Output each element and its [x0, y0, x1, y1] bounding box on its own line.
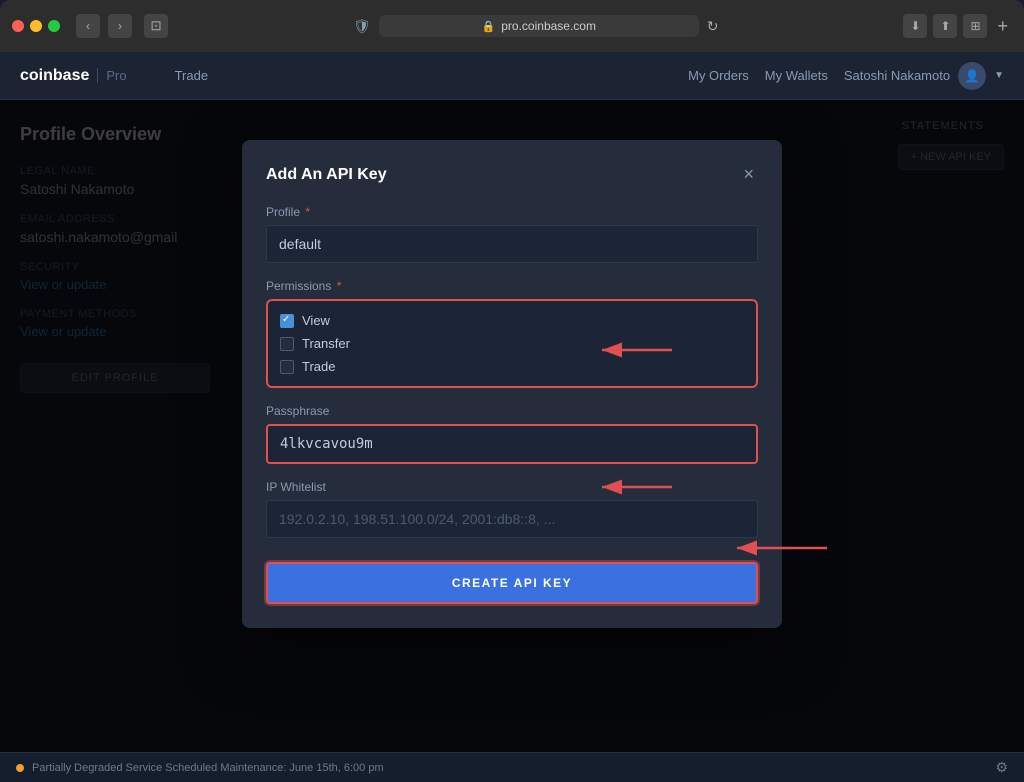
- modal-overlay: Add An API Key × Profile * Permissions *: [0, 100, 1024, 752]
- permissions-box: View Transfer Trade: [266, 299, 758, 388]
- profile-label: Profile *: [266, 205, 758, 219]
- brand-logo: coinbase Pro: [20, 67, 127, 85]
- shield-icon: 🛡: [353, 18, 371, 35]
- ip-whitelist-input[interactable]: [266, 500, 758, 538]
- nav-wallets[interactable]: My Wallets: [765, 68, 828, 83]
- view-checkbox[interactable]: [280, 314, 294, 328]
- nav-right: My Orders My Wallets Satoshi Nakamoto 👤 …: [688, 62, 1004, 90]
- status-bar: Partially Degraded Service Scheduled Mai…: [0, 752, 1024, 782]
- sidebar-toggle-button[interactable]: ⊡: [144, 14, 168, 38]
- modal-header: Add An API Key ×: [266, 164, 758, 185]
- add-api-key-modal: Add An API Key × Profile * Permissions *: [242, 140, 782, 628]
- view-label: View: [302, 313, 330, 328]
- transfer-label: Transfer: [302, 336, 350, 351]
- permission-transfer-item[interactable]: Transfer: [280, 336, 744, 351]
- minimize-dot[interactable]: [30, 20, 42, 32]
- new-tab-button[interactable]: +: [993, 16, 1012, 37]
- transfer-checkbox[interactable]: [280, 337, 294, 351]
- share-button[interactable]: ⬆: [933, 14, 957, 38]
- close-dot[interactable]: [12, 20, 24, 32]
- modal-title: Add An API Key: [266, 166, 387, 184]
- nav-username: Satoshi Nakamoto: [844, 68, 950, 83]
- profile-field-group: Profile *: [266, 205, 758, 263]
- back-button[interactable]: ‹: [76, 14, 100, 38]
- download-button[interactable]: ⬇: [903, 14, 927, 38]
- status-text: Partially Degraded Service Scheduled Mai…: [32, 762, 384, 774]
- refresh-button[interactable]: ↻: [707, 18, 719, 35]
- modal-close-button[interactable]: ×: [739, 164, 758, 185]
- passphrase-label: Passphrase: [266, 404, 758, 418]
- permissions-field-group: Permissions * View Transfer: [266, 279, 758, 388]
- nav-user[interactable]: Satoshi Nakamoto 👤 ▼: [844, 62, 1004, 90]
- nav-orders[interactable]: My Orders: [688, 68, 749, 83]
- lock-icon: 🔒: [482, 20, 496, 33]
- settings-icon[interactable]: ⚙: [995, 759, 1008, 776]
- forward-button[interactable]: ›: [108, 14, 132, 38]
- url-bar[interactable]: 🔒 pro.coinbase.com: [379, 15, 699, 37]
- top-navigation: coinbase Pro Trade My Orders My Wallets …: [0, 52, 1024, 100]
- user-avatar: 👤: [958, 62, 986, 90]
- passphrase-field-group: Passphrase: [266, 404, 758, 464]
- ip-whitelist-label: IP Whitelist: [266, 480, 758, 494]
- permissions-required: *: [337, 279, 342, 293]
- permissions-label: Permissions *: [266, 279, 758, 293]
- trade-label: Trade: [302, 359, 335, 374]
- nav-trade[interactable]: Trade: [167, 64, 216, 87]
- brand-pro-label: Pro: [97, 68, 126, 83]
- permission-trade-item[interactable]: Trade: [280, 359, 744, 374]
- url-text: pro.coinbase.com: [501, 19, 596, 33]
- user-chevron-icon: ▼: [994, 70, 1004, 81]
- profile-required: *: [305, 205, 310, 219]
- profile-input[interactable]: [266, 225, 758, 263]
- ip-whitelist-field-group: IP Whitelist: [266, 480, 758, 538]
- brand-name: coinbase: [20, 67, 89, 85]
- create-api-key-button[interactable]: CREATE API KEY: [266, 562, 758, 604]
- mac-window-controls: [12, 20, 60, 32]
- permission-view-item[interactable]: View: [280, 313, 744, 328]
- trade-checkbox[interactable]: [280, 360, 294, 374]
- tabs-button[interactable]: ⊞: [963, 14, 987, 38]
- passphrase-input[interactable]: [266, 424, 758, 464]
- nav-links: Trade: [167, 64, 665, 87]
- maximize-dot[interactable]: [48, 20, 60, 32]
- mac-actions: ⬇ ⬆ ⊞ +: [903, 14, 1012, 38]
- status-indicator: [16, 764, 24, 772]
